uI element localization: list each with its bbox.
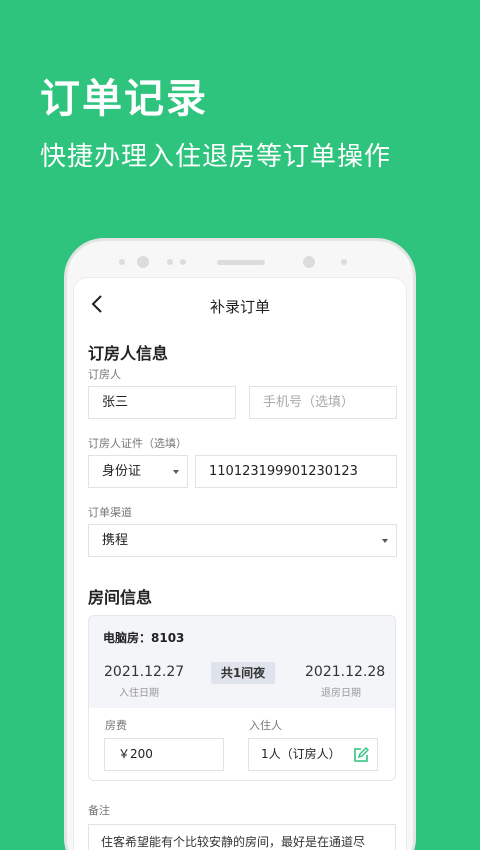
earpiece-speaker <box>217 260 265 265</box>
booker-name-field[interactable]: 张三 <box>88 386 236 419</box>
price-label: 房费 <box>105 719 127 732</box>
app-screen: 补录订单 订房人信息 订房人 张三 手机号（选填） 订房人证件（选填） 身份证 … <box>73 277 407 850</box>
channel-select[interactable]: 携程 <box>88 524 397 557</box>
hero-subtitle: 快捷办理入住退房等订单操作 <box>40 142 392 172</box>
front-camera <box>137 256 149 268</box>
page-title: 补录订单 <box>209 298 270 316</box>
phone-frame: 补录订单 订房人信息 订房人 张三 手机号（选填） 订房人证件（选填） 身份证 … <box>64 238 416 850</box>
checkin-label: 入住日期 <box>119 688 159 699</box>
id-number-field[interactable]: 110123199901230123 <box>195 455 397 488</box>
channel-value: 携程 <box>102 533 129 548</box>
caret-down-icon <box>382 539 388 543</box>
remark-field[interactable]: 住客希望能有个比较安静的房间，最好是在通道尽 <box>88 824 396 850</box>
caret-down-icon <box>173 470 179 474</box>
booker-section-title: 订房人信息 <box>88 344 169 363</box>
nav-bar: 补录订单 <box>74 278 406 332</box>
sensor-dot <box>341 259 347 265</box>
id-type-select[interactable]: 身份证 <box>88 455 188 488</box>
checkout-date[interactable]: 2021.12.28 <box>305 664 385 680</box>
room-section-title: 房间信息 <box>88 588 153 607</box>
nights-badge: 共1间夜 <box>211 662 275 684</box>
remark-label: 备注 <box>88 804 110 817</box>
price-field[interactable]: ￥200 <box>104 738 224 771</box>
phone-field[interactable]: 手机号（选填） <box>249 386 397 419</box>
booker-name-label: 订房人 <box>88 368 121 381</box>
room-card: 电脑房：8103 2021.12.27 入住日期 共1间夜 2021.12.28… <box>88 615 396 781</box>
edit-icon[interactable] <box>353 747 369 763</box>
guest-value: 1人（订房人） <box>261 747 341 761</box>
hero-title: 订单记录 <box>40 76 208 122</box>
checkout-label: 退房日期 <box>321 688 361 699</box>
channel-label: 订单渠道 <box>88 506 132 519</box>
id-label: 订房人证件（选填） <box>88 437 187 450</box>
proximity-sensor <box>303 256 315 268</box>
room-name: 电脑房：8103 <box>103 631 185 645</box>
id-type-value: 身份证 <box>102 464 142 479</box>
guest-label: 入住人 <box>249 719 282 732</box>
sensor-dot <box>167 259 173 265</box>
sensor-dot <box>119 259 125 265</box>
phone-top-bar <box>67 241 413 281</box>
room-card-header: 电脑房：8103 2021.12.27 入住日期 共1间夜 2021.12.28… <box>89 616 395 708</box>
checkin-date[interactable]: 2021.12.27 <box>104 664 184 680</box>
sensor-dot <box>180 259 186 265</box>
guest-field[interactable]: 1人（订房人） <box>248 738 378 771</box>
